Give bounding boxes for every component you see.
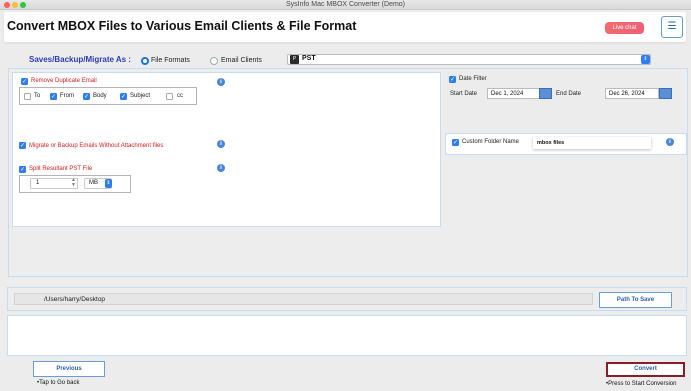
no-attachment-label: Migrate or Backup Emails Without Attachm… — [29, 143, 164, 149]
chevron-updown-icon[interactable]: ⇕ — [641, 55, 650, 64]
field-to-checkbox[interactable] — [24, 93, 31, 100]
info-icon[interactable]: i — [217, 140, 225, 148]
start-date-label: Start Date — [450, 91, 478, 97]
remove-duplicate-checkbox[interactable]: ✓ — [21, 78, 28, 85]
date-filter-label: Date Filter — [459, 76, 487, 82]
calendar-icon[interactable] — [659, 88, 672, 99]
path-to-save-button[interactable]: Path To Save — [599, 292, 672, 308]
split-unit-value: MB — [89, 180, 98, 186]
custom-folder-checkbox[interactable]: ✓ — [452, 139, 459, 146]
calendar-icon[interactable] — [539, 88, 552, 99]
close-window-button[interactable] — [4, 2, 10, 8]
custom-folder-label: Custom Folder Name — [462, 139, 520, 145]
pst-file-icon: P — [290, 55, 299, 64]
email-clients-radio[interactable] — [210, 57, 218, 65]
minimize-window-button[interactable] — [12, 2, 18, 8]
email-clients-label: Email Clients — [221, 57, 262, 64]
menu-button[interactable]: ☰ — [661, 16, 683, 38]
save-as-label: Saves/Backup/Migrate As : — [29, 55, 131, 64]
remove-duplicate-label: Remove Duplicate Email — [31, 78, 97, 84]
info-icon[interactable]: i — [217, 164, 225, 172]
file-formats-label: File Formats — [151, 57, 190, 64]
app-heading: Convert MBOX Files to Various Email Clie… — [7, 19, 357, 33]
start-date-field[interactable]: Dec 1, 2024 — [487, 88, 540, 99]
file-formats-radio[interactable] — [141, 57, 149, 65]
destination-path-field[interactable]: /Users/harry/Desktop — [14, 293, 593, 305]
chevron-updown-icon[interactable]: ⇕ — [105, 179, 112, 188]
field-subject-label: Subject — [130, 93, 151, 99]
field-from-label: From — [60, 93, 74, 99]
field-subject-checkbox[interactable]: ✓ — [120, 93, 127, 100]
log-panel — [7, 315, 687, 356]
field-to-label: To — [34, 93, 41, 99]
date-filter-checkbox[interactable]: ✓ — [449, 76, 456, 83]
convert-hint: •Press to Start Conversion — [606, 381, 677, 387]
split-size-value: 1 — [36, 180, 40, 186]
convert-button[interactable]: Convert — [606, 362, 685, 377]
zoom-window-button[interactable] — [20, 2, 26, 8]
live-chat-button[interactable]: Live chat — [605, 22, 644, 34]
format-select[interactable] — [287, 54, 651, 65]
field-body-checkbox[interactable]: ✓ — [83, 93, 90, 100]
window-title: SysInfo Mac MBOX Converter (Demo) — [285, 1, 406, 8]
previous-hint: •Tap to Go back — [37, 380, 80, 386]
stepper-arrows-icon[interactable]: ▲ ▼ — [71, 178, 76, 188]
field-body-label: Body — [93, 93, 107, 99]
field-from-checkbox[interactable]: ✓ — [50, 93, 57, 100]
field-cc-label: cc — [177, 93, 183, 99]
split-pst-checkbox[interactable]: ✓ — [19, 166, 26, 173]
split-pst-label: Split Resultant PST File — [29, 166, 93, 172]
custom-folder-input[interactable]: mbox files — [533, 137, 651, 149]
end-date-label: End Date — [556, 91, 582, 97]
field-cc-checkbox[interactable] — [166, 93, 173, 100]
info-icon[interactable]: i — [217, 78, 225, 86]
no-attachment-checkbox[interactable]: ✓ — [19, 142, 26, 149]
hamburger-icon: ☰ — [667, 21, 677, 32]
app-window: SysInfo Mac MBOX Converter (Demo) Conver… — [0, 0, 691, 391]
previous-button[interactable]: Previous — [33, 361, 105, 377]
end-date-field[interactable]: Dec 26, 2024 — [605, 88, 659, 99]
format-select-value: PST — [302, 55, 316, 62]
info-icon[interactable]: i — [666, 138, 674, 146]
